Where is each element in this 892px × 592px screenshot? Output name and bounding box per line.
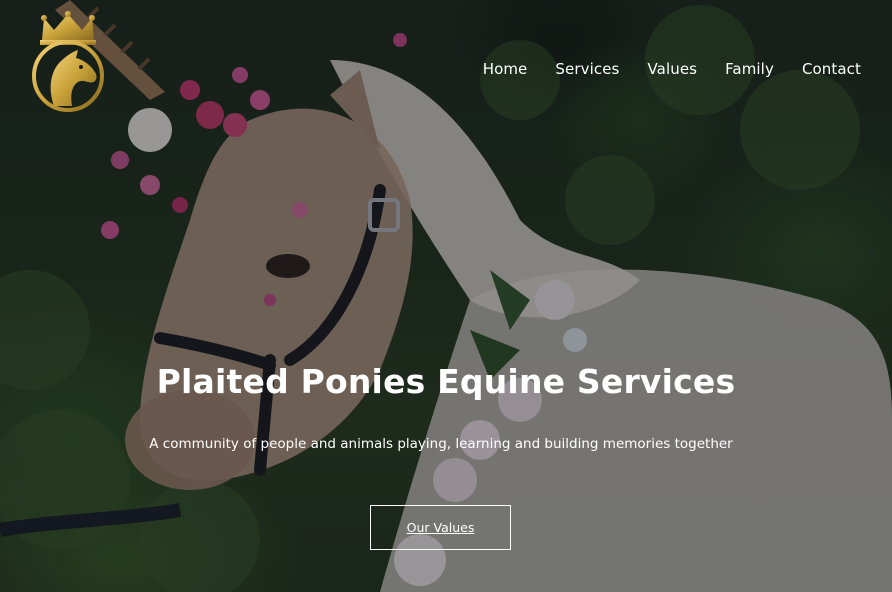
nav-item-home: Home bbox=[483, 59, 528, 79]
nav-link-family[interactable]: Family bbox=[725, 59, 774, 79]
nav-item-values: Values bbox=[619, 59, 697, 79]
our-values-button[interactable]: Our Values bbox=[370, 505, 511, 550]
logo[interactable] bbox=[26, 10, 110, 114]
nav-link-contact[interactable]: Contact bbox=[802, 59, 861, 79]
main-nav: Home Services Values Family Contact bbox=[483, 59, 861, 79]
nav-item-contact: Contact bbox=[774, 59, 861, 79]
nav-link-values[interactable]: Values bbox=[647, 59, 697, 79]
hero-title: Plaited Ponies Equine Services bbox=[156, 362, 736, 401]
hero-subtitle: A community of people and animals playin… bbox=[149, 436, 733, 452]
nav-item-services: Services bbox=[527, 59, 619, 79]
nav-link-home[interactable]: Home bbox=[483, 59, 528, 79]
crowned-horse-head-icon bbox=[32, 11, 104, 112]
nav-link-services[interactable]: Services bbox=[555, 59, 619, 79]
hero-overlay bbox=[0, 0, 892, 592]
nav-item-family: Family bbox=[697, 59, 774, 79]
